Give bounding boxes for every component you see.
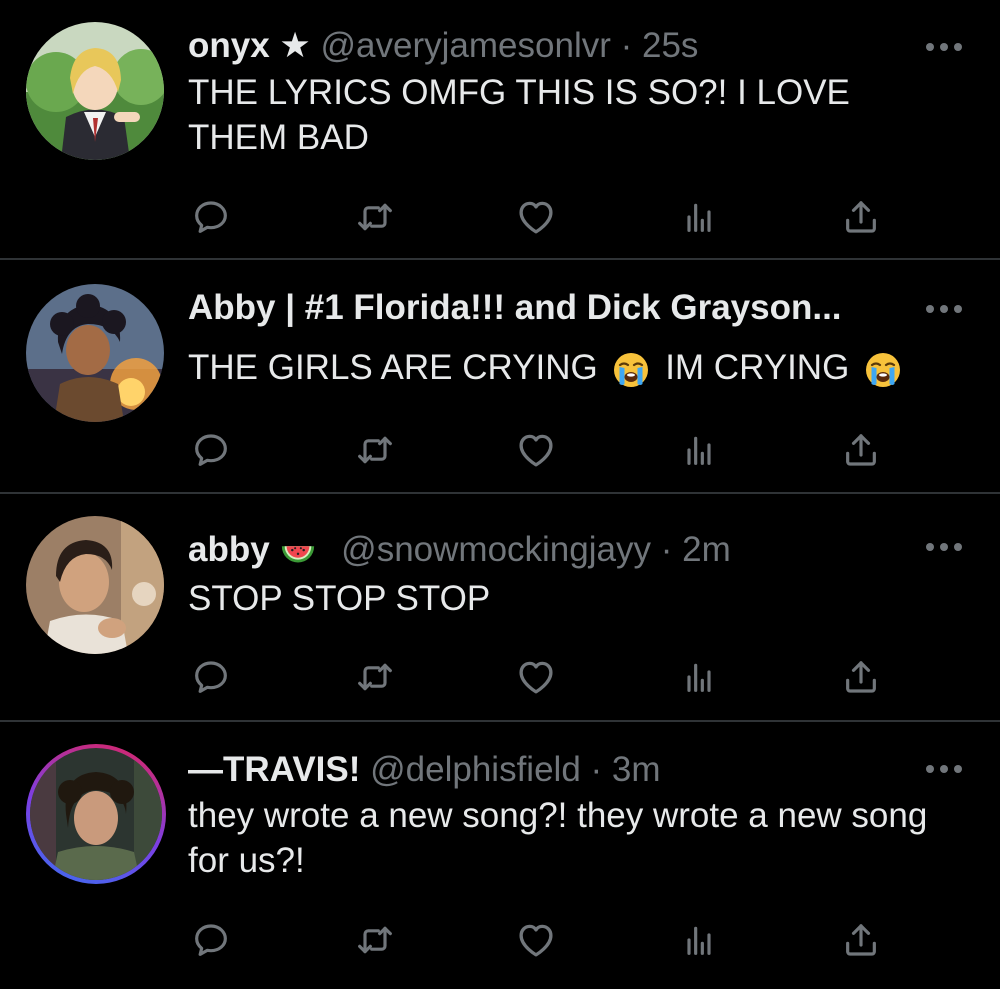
timestamp[interactable]: 2m [682, 530, 731, 569]
avatar[interactable] [26, 22, 164, 160]
tweet-text-part: IM CRYING [665, 348, 850, 387]
reply-icon[interactable] [186, 915, 236, 965]
user-handle[interactable]: @averyjamesonlvr [321, 26, 611, 65]
display-name[interactable]: abby [188, 530, 270, 569]
tweet-header: abby @snowmockingjayy · 2m [188, 528, 910, 572]
tweet[interactable]: —TRAVIS! @delphisfield · 3m they wrote a… [0, 722, 1000, 989]
user-handle[interactable]: @delphisfield [370, 750, 581, 789]
user-handle[interactable]: @snowmockingjayy [341, 530, 651, 569]
tweet-header: Abby | #1 Florida!!! and Dick Grayson... [188, 286, 910, 330]
reply-icon[interactable] [186, 192, 236, 242]
display-name[interactable]: onyx ★ [188, 26, 311, 65]
separator-dot: · [660, 530, 673, 569]
more-options-icon[interactable] [926, 762, 962, 776]
reply-icon[interactable] [186, 652, 236, 702]
tweet-text: STOP STOP STOP [188, 579, 491, 618]
more-options-icon[interactable] [926, 40, 962, 54]
tweet-actions [0, 915, 1000, 965]
analytics-icon[interactable] [674, 652, 724, 702]
more-options-icon[interactable] [926, 540, 962, 554]
tweet-text: they wrote a new song?! they wrote a new… [188, 796, 928, 880]
tweet-actions [0, 652, 1000, 702]
like-icon[interactable] [511, 915, 561, 965]
tweet-text-part: THE GIRLS ARE CRYING [188, 348, 598, 387]
tweet[interactable]: onyx ★ @averyjamesonlvr · 25s THE LYRICS… [0, 0, 1000, 260]
share-icon[interactable] [836, 192, 886, 242]
analytics-icon[interactable] [674, 915, 724, 965]
like-icon[interactable] [511, 192, 561, 242]
tweet-header: —TRAVIS! @delphisfield · 3m [188, 748, 910, 792]
tweet[interactable]: Abby | #1 Florida!!! and Dick Grayson...… [0, 260, 1000, 494]
timestamp[interactable]: 25s [642, 26, 698, 65]
loudly-crying-face-emoji [863, 350, 903, 390]
timeline: onyx ★ @averyjamesonlvr · 25s THE LYRICS… [0, 0, 1000, 989]
retweet-icon[interactable] [350, 915, 400, 965]
retweet-icon[interactable] [350, 192, 400, 242]
reply-icon[interactable] [186, 425, 236, 475]
avatar[interactable] [26, 284, 164, 422]
avatar[interactable] [26, 744, 166, 884]
separator-dot: · [590, 750, 603, 789]
share-icon[interactable] [836, 425, 886, 475]
tweet-actions [0, 425, 1000, 475]
share-icon[interactable] [836, 652, 886, 702]
tweet-header: onyx ★ @averyjamesonlvr · 25s [188, 24, 910, 68]
more-options-icon[interactable] [926, 302, 962, 316]
separator-dot: · [620, 26, 633, 65]
tweet-text: THE LYRICS OMFG THIS IS SO?! I LOVE THEM… [188, 73, 850, 157]
loudly-crying-face-emoji [611, 350, 651, 390]
like-icon[interactable] [511, 425, 561, 475]
display-name[interactable]: —TRAVIS! [188, 750, 360, 789]
tweet-actions [0, 192, 1000, 242]
analytics-icon[interactable] [674, 192, 724, 242]
timestamp[interactable]: 3m [612, 750, 661, 789]
tweet[interactable]: abby @snowmockingjayy · 2m STOP STOP STO… [0, 494, 1000, 722]
display-name[interactable]: Abby | #1 Florida!!! and Dick Grayson... [188, 288, 842, 327]
analytics-icon[interactable] [674, 425, 724, 475]
share-icon[interactable] [836, 915, 886, 965]
tweet-text: THE GIRLS ARE CRYING IM CRYING [188, 345, 940, 390]
like-icon[interactable] [511, 652, 561, 702]
retweet-icon[interactable] [350, 652, 400, 702]
watermelon-emoji [279, 533, 317, 571]
avatar[interactable] [26, 516, 164, 654]
retweet-icon[interactable] [350, 425, 400, 475]
